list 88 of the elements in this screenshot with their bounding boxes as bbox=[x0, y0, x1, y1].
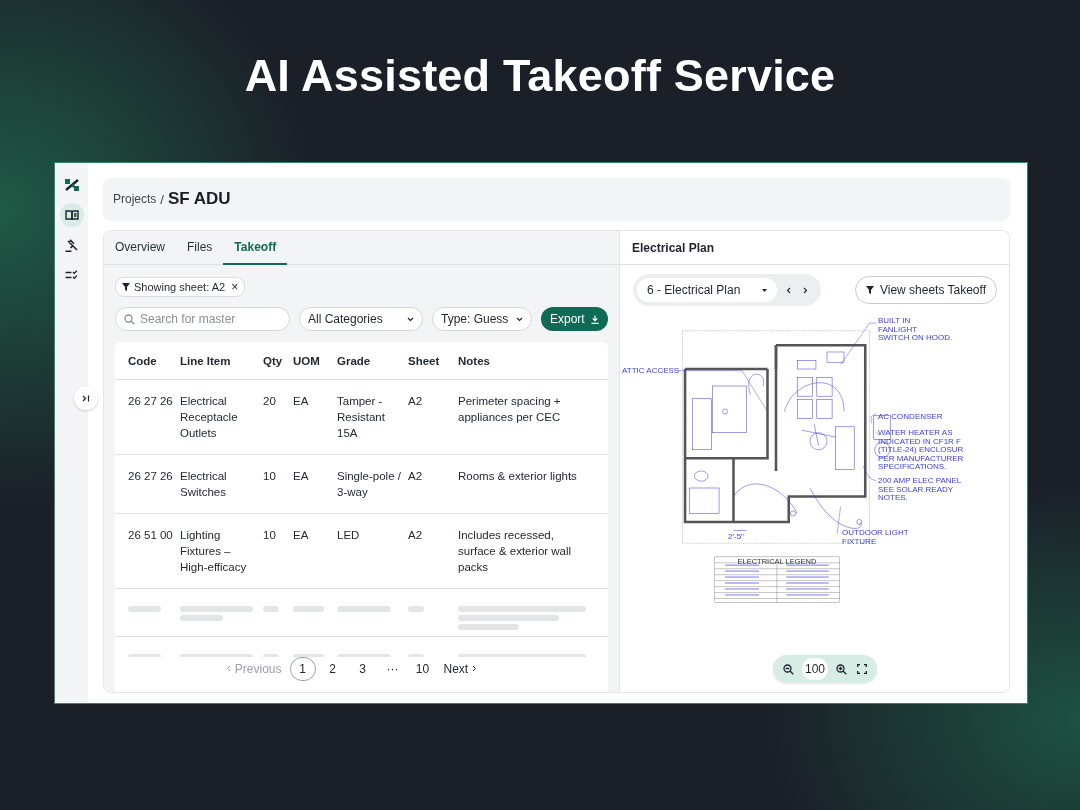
plan-annotation: WATER HEATER AS INDICATED IN CF1R F (TITLE-24) ENCLOSUR PER MANUFACTURER SPECIFICATIONS. bbox=[878, 428, 964, 471]
category-dropdown[interactable]: All Categories bbox=[299, 307, 423, 331]
skeleton-bar bbox=[337, 606, 391, 612]
table-cell-text: 10 bbox=[263, 469, 277, 484]
zoom-out-button[interactable] bbox=[781, 661, 796, 677]
breadcrumb-link[interactable]: Projects bbox=[113, 192, 157, 206]
caret-icon bbox=[407, 316, 414, 322]
zoom-in-button[interactable] bbox=[834, 661, 849, 677]
table-cell-text: EA bbox=[293, 469, 310, 484]
column-header: UOM bbox=[293, 353, 321, 369]
page-button[interactable]: 2 bbox=[319, 656, 346, 681]
chevron-right-icon bbox=[472, 665, 478, 672]
table-cell-text: Rooms & exterior lights bbox=[458, 469, 578, 484]
table-cell-text: Electrical Switches bbox=[180, 469, 228, 500]
skeleton-bar bbox=[180, 615, 223, 621]
table-cell-text: 26 27 26 bbox=[128, 394, 174, 409]
zoom-out-icon bbox=[783, 663, 794, 675]
table-cell-text: A2 bbox=[408, 528, 424, 543]
sheet-dropdown[interactable]: 6 - Electrical Plan bbox=[637, 278, 778, 302]
export-button[interactable]: Export bbox=[541, 307, 608, 331]
view-sheets-takeoff-button[interactable]: View sheets Takeoff bbox=[854, 276, 997, 304]
plan-annotation: 200 AMP ELEC PANEL SEE SOLAR READY NOTES. bbox=[878, 476, 962, 502]
zoom-in-icon bbox=[836, 663, 847, 675]
book-icon bbox=[64, 209, 79, 221]
plan-annotation: ATTIC ACCESS bbox=[622, 366, 680, 375]
breadcrumb-separator: / bbox=[160, 191, 164, 207]
next-page-button[interactable]: Next bbox=[439, 656, 482, 681]
checklist-icon bbox=[65, 270, 78, 280]
skeleton-bar bbox=[293, 606, 324, 612]
tab[interactable]: Takeoff bbox=[223, 231, 288, 265]
table-cell-text: Electrical Receptacle Outlets bbox=[180, 394, 239, 441]
logo-icon bbox=[64, 179, 79, 191]
collapse-arrow-icon bbox=[82, 394, 90, 402]
table-cell-text: EA bbox=[293, 394, 310, 409]
column-header: Notes bbox=[458, 353, 491, 369]
table-cell-text: 10 bbox=[263, 528, 277, 543]
remove-filter-button[interactable]: × bbox=[229, 280, 239, 294]
search-field[interactable]: Search for master bbox=[115, 307, 290, 331]
column-header: Grade bbox=[337, 353, 372, 369]
plan-annotation: BUILT IN FANLIGHT SWITCH ON HOOD. bbox=[878, 316, 953, 342]
table-cell-text: EA bbox=[293, 528, 310, 543]
caret-icon bbox=[516, 316, 523, 322]
column-header: Qty bbox=[263, 353, 284, 369]
table-cell-text: A2 bbox=[408, 469, 424, 484]
column-header: Code bbox=[128, 353, 158, 369]
tab[interactable]: Overview bbox=[104, 231, 176, 265]
column-header: Line Item bbox=[180, 353, 232, 369]
table-cell-text: Tamper - Resistant 15A bbox=[337, 394, 386, 441]
chevron-right-icon bbox=[803, 286, 809, 294]
table-cell-text: A2 bbox=[408, 394, 424, 409]
skeleton-bar bbox=[408, 606, 424, 612]
page-button[interactable]: 10 bbox=[409, 656, 436, 681]
skeleton-bar bbox=[458, 624, 519, 630]
filter-chip-label: Showing sheet: A2 bbox=[134, 281, 226, 293]
dimension-label: 2'-5" bbox=[728, 532, 744, 541]
table-cell-text: Lighting Fixtures – High-efficacy bbox=[180, 528, 248, 575]
table-cell-text: Perimeter spacing + appliances per CEC bbox=[458, 394, 562, 425]
viewer-title: Electrical Plan bbox=[632, 240, 715, 255]
fullscreen-button[interactable] bbox=[855, 662, 869, 676]
download-icon bbox=[590, 314, 599, 324]
headline: AI Assisted Takeoff Service bbox=[243, 49, 837, 103]
sidebar-item[interactable] bbox=[59, 203, 84, 227]
filter-chip[interactable]: Showing sheet: A2 × bbox=[115, 277, 246, 297]
column-header: Sheet bbox=[408, 353, 441, 369]
filter-icon bbox=[865, 286, 874, 294]
table-cell-text: 20 bbox=[263, 394, 277, 409]
tab[interactable]: Files bbox=[176, 231, 224, 265]
table-cell-text: 26 27 26 bbox=[128, 469, 174, 484]
zoom-level: 100 bbox=[802, 658, 828, 680]
chevron-left-icon bbox=[225, 665, 231, 672]
plan-annotation: AC CONDENSER bbox=[878, 412, 943, 421]
plan-annotation: OUTDOOR LIGHT FIXTURE bbox=[842, 528, 909, 546]
table-cell-text: LED bbox=[337, 528, 361, 543]
fullscreen-icon bbox=[857, 664, 867, 674]
expand-sidebar-button[interactable] bbox=[74, 386, 98, 410]
gavel-icon bbox=[65, 238, 78, 252]
filter-icon bbox=[122, 283, 130, 291]
project-title: SF ADU bbox=[168, 189, 231, 209]
skeleton-bar bbox=[263, 606, 279, 612]
type-dropdown[interactable]: Type: Guess bbox=[432, 307, 532, 331]
skeleton-bar bbox=[128, 606, 161, 612]
page-button[interactable]: 3 bbox=[349, 656, 376, 681]
table-cell-text: Includes recessed, surface & exterior wall packs bbox=[458, 528, 573, 575]
caret-icon bbox=[762, 288, 768, 292]
chevron-left-icon bbox=[786, 286, 792, 294]
table-cell-text: Single-pole / 3-way bbox=[337, 469, 402, 500]
page-button[interactable]: ··· bbox=[379, 656, 406, 681]
table-cell-text: 26 51 00 bbox=[128, 528, 174, 543]
